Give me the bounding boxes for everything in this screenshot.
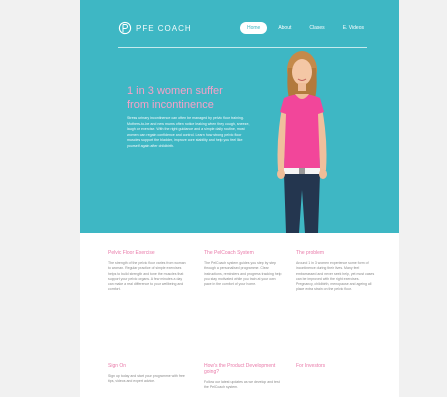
headline-line-1: 1 in 3 women suffer [127, 85, 223, 97]
section-body: The PelCoach system guides you step by s… [204, 261, 282, 287]
section-body: Follow our latest updates as we develop … [204, 380, 280, 390]
section-title: The PelCoach System [204, 250, 254, 256]
header-divider [118, 47, 367, 48]
nav-videos[interactable]: E. Videos [336, 22, 371, 34]
nav-clases[interactable]: Clases [302, 22, 331, 34]
feature-column-the-problem: The problem Around 1 in 3 women experien… [296, 250, 376, 293]
section-body: Sign up today and start your programme w… [108, 374, 185, 384]
hero-woman-image [277, 51, 327, 233]
headline-line-2: from incontinence [127, 99, 214, 111]
outer-background-left [0, 0, 80, 397]
section-title: Pelvic Floor Exercise [108, 250, 155, 256]
section-body: The strength of the pelvic floor varies … [108, 261, 186, 292]
feature-column-pelcoach-system: The PelCoach System The PelCoach system … [204, 250, 284, 287]
outer-background-right [399, 0, 447, 397]
main-nav: Home About Clases E. Videos [239, 22, 371, 34]
feature-column-for-investors: For Investors [296, 363, 376, 374]
section-title[interactable]: Sign On [108, 363, 188, 369]
feature-column-product-development: How's the Product Development going? Fol… [204, 363, 284, 391]
hero-intro-text: Stress urinary incontinence can often be… [127, 116, 250, 148]
nav-home[interactable]: Home [239, 22, 268, 34]
logo-icon [118, 21, 132, 35]
hero-section: PFE COACH Home About Clases E. Videos 1 … [80, 0, 399, 233]
section-body: Around 1 in 3 women experience some form… [296, 261, 375, 292]
features-section: Pelvic Floor Exercise The strength of th… [80, 233, 399, 397]
nav-about[interactable]: About [271, 22, 298, 34]
feature-column-sign-on: Sign On Sign up today and start your pro… [108, 363, 188, 385]
brand-logo[interactable]: PFE COACH [118, 21, 192, 35]
hero-headline: 1 in 3 women suffer from incontinence [127, 84, 247, 112]
section-title: The problem [296, 250, 325, 256]
brand-name: PFE COACH [136, 23, 192, 33]
section-title[interactable]: How's the Product Development going? [204, 363, 284, 375]
section-title[interactable]: For Investors [296, 363, 376, 369]
website-page: PFE COACH Home About Clases E. Videos 1 … [80, 0, 399, 397]
site-header: PFE COACH Home About Clases E. Videos [80, 0, 399, 50]
feature-column-pelvic-floor-exercise: Pelvic Floor Exercise The strength of th… [108, 250, 188, 293]
